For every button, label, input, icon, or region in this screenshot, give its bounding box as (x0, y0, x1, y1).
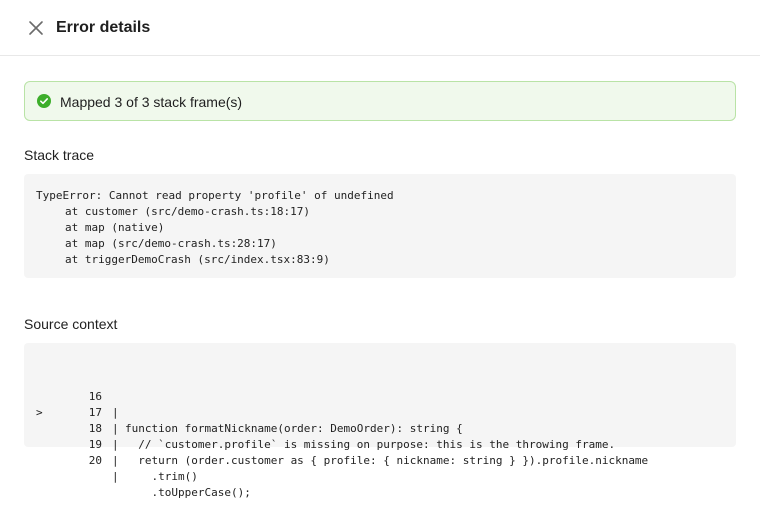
status-banner: Mapped 3 of 3 stack frame(s) (24, 81, 736, 121)
line-code: .toUpperCase(); (125, 486, 251, 499)
source-line: 16 | function formatNickname(order: Demo… (24, 357, 736, 435)
line-code: .trim() (125, 470, 198, 483)
stack-frame: at map (native) (65, 221, 165, 234)
line-separator: | (112, 454, 119, 467)
stack-frame: at customer (src/demo-crash.ts:18:17) (65, 205, 311, 218)
stack-frame: at triggerDemoCrash (src/index.tsx:83:9) (65, 253, 330, 266)
line-separator: | (112, 438, 119, 451)
close-button[interactable] (24, 16, 48, 40)
source-context-block: 16 | function formatNickname(order: Demo… (24, 343, 736, 499)
page-title: Error details (56, 19, 151, 36)
line-separator: | (112, 470, 119, 483)
stack-error-line: TypeError: Cannot read property 'profile… (36, 189, 394, 202)
dialog-header: Error details (0, 0, 760, 56)
stack-trace-block: TypeError: Cannot read property 'profile… (24, 174, 736, 278)
source-line: 17 | // `customer.profile` is missing on… (24, 373, 736, 451)
source-line: 19 | .trim() (24, 405, 736, 483)
stack-frame: at map (src/demo-crash.ts:28:17) (65, 237, 277, 250)
line-code: return (order.customer as { profile: { n… (125, 454, 649, 467)
close-icon[interactable] (24, 16, 48, 40)
source-context-heading: Source context (24, 316, 118, 332)
line-number: 20 (88, 454, 102, 467)
check-circle-icon (37, 94, 51, 108)
line-number: 19 (88, 438, 102, 451)
source-line-highlighted: > 18 | return (order.customer as { profi… (24, 389, 736, 467)
stack-trace-heading: Stack trace (24, 147, 95, 163)
source-line: 20 | .toUpperCase(); (24, 421, 736, 499)
status-text: Mapped 3 of 3 stack frame(s) (60, 94, 243, 110)
line-code: // `customer.profile` is missing on purp… (125, 438, 616, 451)
